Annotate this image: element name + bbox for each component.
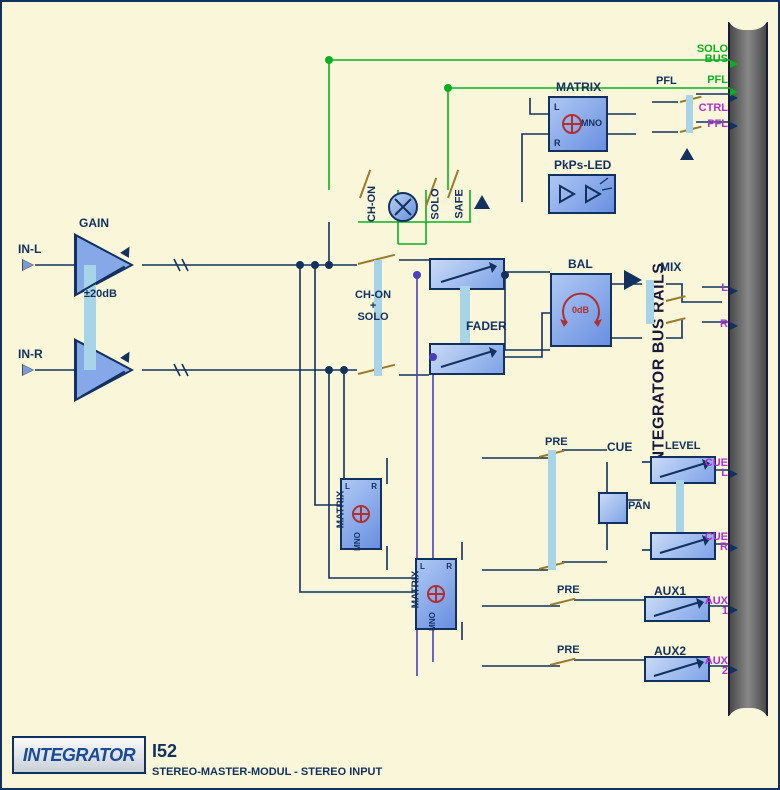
pre-aux1-label: PRE bbox=[557, 584, 580, 596]
mix-amp-icon bbox=[624, 270, 642, 290]
module-name: STEREO-MASTER-MODUL - STEREO INPUT bbox=[152, 766, 382, 778]
fader-label: FADER bbox=[466, 319, 507, 333]
node-icon bbox=[444, 84, 452, 92]
bus-rail bbox=[728, 22, 768, 716]
out-cue-l: CUEL bbox=[705, 458, 728, 478]
node-icon bbox=[296, 261, 304, 269]
pan-label: PAN bbox=[628, 500, 650, 512]
module-code: I52 bbox=[152, 741, 177, 762]
matrix-label: MATRIX bbox=[410, 571, 421, 609]
node-icon bbox=[340, 366, 348, 374]
node-icon bbox=[429, 353, 437, 361]
aux1-block bbox=[644, 596, 710, 622]
input-left-icon bbox=[22, 259, 34, 271]
switch-pre-aux1 bbox=[550, 598, 576, 606]
aux2-block bbox=[644, 656, 710, 682]
level-label: LEVEL bbox=[665, 440, 700, 452]
pfl-label: PFL bbox=[656, 75, 677, 87]
matrix-top-block: L R MNO bbox=[548, 96, 608, 152]
pre-label: PRE bbox=[545, 436, 568, 448]
gain-amp-right-icon bbox=[74, 338, 134, 402]
input-right-icon bbox=[22, 364, 34, 376]
bal-label: BAL bbox=[568, 257, 593, 271]
node-icon bbox=[325, 366, 333, 374]
brand-logo: INTEGRATOR bbox=[12, 736, 146, 774]
switch-mix bbox=[666, 295, 686, 302]
led-icon bbox=[474, 195, 490, 209]
ch-on-solo-label: CH-ON+SOLO bbox=[355, 290, 391, 323]
led-icon bbox=[680, 148, 694, 160]
matrix-l-label: L bbox=[554, 102, 560, 112]
matrix-mno-label: MNO bbox=[581, 118, 602, 128]
out-aux2: AUX2 bbox=[705, 656, 728, 676]
matrix-r-label: R bbox=[554, 138, 561, 148]
gain-gang-bar bbox=[84, 265, 96, 370]
gain-label: GAIN bbox=[79, 216, 109, 230]
out-cue-r: CUER bbox=[705, 532, 728, 552]
matrix-top-label: MATRIX bbox=[556, 80, 601, 94]
matrix-aux-block: MATRIX L R MNO bbox=[415, 558, 457, 630]
node-icon bbox=[413, 271, 421, 279]
node-icon bbox=[325, 56, 333, 64]
out-aux1: AUX1 bbox=[705, 596, 728, 616]
pre-aux2-label: PRE bbox=[557, 644, 580, 656]
out-ctrl: CTRL bbox=[699, 102, 728, 114]
input-left-label: IN-L bbox=[18, 242, 41, 256]
out-mix-r: R bbox=[720, 318, 728, 330]
node-icon bbox=[325, 261, 333, 269]
out-pfl2: PFL bbox=[707, 118, 728, 130]
matrix-cue-block: MATRIX L R MNO bbox=[340, 478, 382, 550]
switch-pre-aux2 bbox=[550, 658, 576, 666]
pkps-label: PkPs-LED bbox=[554, 158, 611, 172]
ch-on-label: CH-ON bbox=[366, 186, 378, 222]
pfl-gang-bar bbox=[686, 95, 693, 133]
cue-label: CUE bbox=[607, 440, 632, 454]
gain-range: ±20dB bbox=[84, 288, 117, 300]
switch-mix bbox=[666, 317, 686, 324]
level-gang-bar bbox=[676, 480, 684, 532]
node-icon bbox=[311, 261, 319, 269]
matrix-label: MATRIX bbox=[335, 491, 346, 529]
pre-cue-gang-bar bbox=[548, 450, 556, 570]
node-icon bbox=[501, 271, 509, 279]
lamp-icon bbox=[388, 192, 418, 222]
solo-label: SOLO bbox=[430, 188, 442, 219]
out-solo-bus: SOLOBUS bbox=[697, 44, 728, 64]
mix-gang-bar bbox=[646, 280, 654, 324]
out-pfl: PFL bbox=[707, 74, 728, 86]
pkps-block bbox=[548, 174, 616, 214]
bal-center-label: 0dB bbox=[572, 305, 589, 315]
fader-gang-bar bbox=[460, 286, 470, 343]
out-mix-l: L bbox=[721, 282, 728, 294]
safe-label: SAFE bbox=[454, 189, 466, 218]
input-right-label: IN-R bbox=[18, 347, 43, 361]
fader-right-block bbox=[429, 343, 505, 375]
pan-block bbox=[598, 492, 628, 524]
block-diagram: INTEGRATOR BUS RAILS bbox=[0, 0, 780, 790]
mix-label: MIX bbox=[660, 260, 681, 274]
bal-block: 0dB bbox=[550, 273, 612, 347]
